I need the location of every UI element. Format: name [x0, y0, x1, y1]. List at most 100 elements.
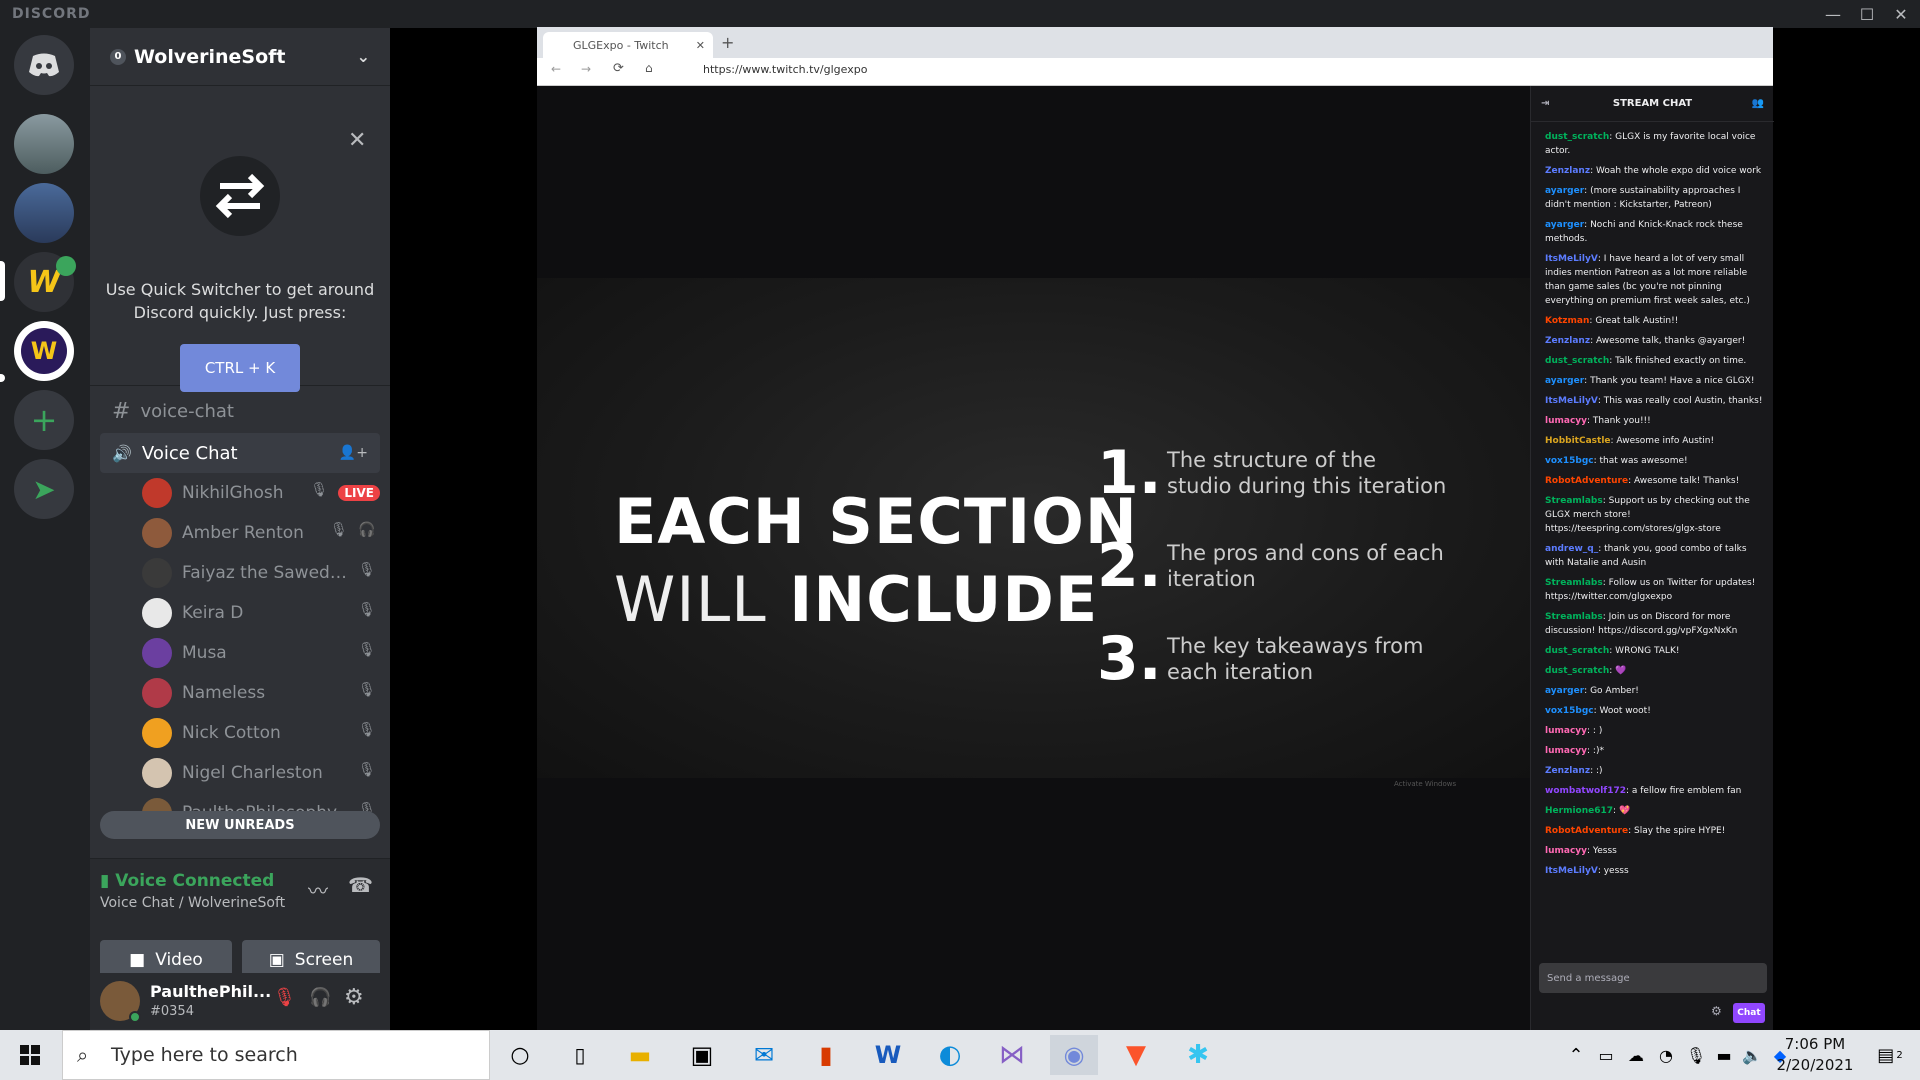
chat-username[interactable]: RobotAdventure [1545, 826, 1628, 836]
chat-username[interactable]: wombatwolf172 [1545, 786, 1626, 796]
voice-user[interactable]: Amber Renton 🎙 🎧 [142, 515, 380, 551]
windows-start-icon[interactable] [6, 1035, 54, 1075]
server-icon-2[interactable] [14, 183, 74, 243]
server-header[interactable]: 0 WolverineSoft ⌄ [90, 28, 390, 86]
chat-username[interactable]: Hermione617 [1545, 806, 1613, 816]
visual-studio-icon[interactable]: ⋈ [988, 1035, 1036, 1075]
chat-username[interactable]: ItsMeLilyV [1545, 396, 1598, 406]
voice-user[interactable]: NikhilGhosh 🎙 LIVE [142, 475, 380, 511]
chat-username[interactable]: Kotzman [1545, 316, 1589, 326]
voice-user[interactable]: Nameless 🎙 [142, 675, 380, 711]
chat-username[interactable]: Streamlabs [1545, 578, 1603, 588]
chat-username[interactable]: ayarger [1545, 376, 1584, 386]
avatar [142, 558, 172, 588]
voice-user[interactable]: Nick Cotton 🎙 [142, 715, 380, 751]
glgx-server-icon[interactable]: W [14, 321, 74, 381]
collapse-chat-icon[interactable]: ⇥ [1541, 98, 1549, 109]
address-bar[interactable]: ← → ⟳ ⌂ https://www.twitch.tv/glgexpo [537, 58, 1773, 86]
voice-location[interactable]: Voice Chat / WolverineSoft [100, 895, 285, 911]
chat-username[interactable]: lumacyy [1545, 416, 1587, 426]
taskbar-search-box[interactable]: ⌕ Type here to search [62, 1030, 490, 1080]
mail-icon[interactable]: ✉ [740, 1035, 788, 1075]
voice-user[interactable]: Keira D 🎙 [142, 595, 380, 631]
chat-username[interactable]: lumacyy [1545, 746, 1587, 756]
url-text[interactable]: https://www.twitch.tv/glgexpo [703, 63, 867, 76]
disconnect-call-icon[interactable]: ☎ [348, 873, 373, 897]
office-icon[interactable]: ▮ [802, 1035, 850, 1075]
slack-icon[interactable]: ✱ [1174, 1035, 1222, 1075]
new-tab-icon[interactable]: + [721, 33, 734, 52]
discord-taskbar-icon[interactable]: ◉ [1050, 1035, 1098, 1075]
word-icon[interactable]: W [864, 1035, 912, 1075]
voice-channel-voice-chat[interactable]: 🔊 Voice Chat 👤+ [100, 433, 380, 473]
mic-muted-icon[interactable]: 🎙 [273, 987, 296, 1008]
community-icon[interactable]: 👥 [1752, 98, 1764, 109]
explore-compass-icon[interactable]: ➤ [14, 459, 74, 519]
cortana-icon[interactable]: ○ [496, 1035, 544, 1075]
ctrl-k-button[interactable]: CTRL + K [180, 344, 300, 392]
noise-suppression-icon[interactable]: 〰 [308, 875, 328, 904]
file-explorer-icon[interactable]: ▬ [616, 1035, 664, 1075]
server-name: WolverineSoft [134, 45, 286, 68]
chat-username[interactable]: Zenzlanz [1545, 166, 1590, 176]
chat-username[interactable]: ItsMeLilyV [1545, 254, 1598, 264]
chat-input[interactable]: Send a message [1539, 963, 1767, 993]
maximize-icon[interactable]: ☐ [1852, 2, 1882, 26]
home-icon[interactable]: ⌂ [645, 61, 653, 75]
chat-text: This was really cool Austin, thanks! [1603, 396, 1763, 406]
home-discord-icon[interactable] [14, 35, 74, 95]
chat-username[interactable]: Zenzlanz [1545, 336, 1590, 346]
chat-username[interactable]: Streamlabs [1545, 496, 1603, 506]
chat-username[interactable]: HobbitCastle [1545, 436, 1611, 446]
server-icon-1[interactable] [14, 114, 74, 174]
chat-username[interactable]: dust_scratch [1545, 666, 1609, 676]
voice-connected-status[interactable]: ▮ Voice Connected [100, 871, 274, 891]
chat-send-button[interactable]: Chat [1733, 1003, 1765, 1023]
chat-username[interactable]: ayarger [1545, 186, 1584, 196]
notifications-icon[interactable]: ▤ 2 [1866, 1035, 1914, 1075]
new-unreads-button[interactable]: NEW UNREADS [100, 811, 380, 839]
chat-username[interactable]: ItsMeLilyV [1545, 866, 1598, 876]
browser-tab[interactable]: GLGExpo - Twitch ✕ [543, 32, 713, 58]
voice-user[interactable]: Nigel Charleston 🎙 [142, 755, 380, 791]
chevron-down-icon[interactable]: ⌄ [357, 47, 370, 66]
chat-username[interactable]: Zenzlanz [1545, 766, 1590, 776]
chat-text: Slay the spire HYPE! [1634, 826, 1726, 836]
back-icon[interactable]: ← [551, 62, 561, 76]
edge-icon[interactable]: ◐ [926, 1035, 974, 1075]
chat-username[interactable]: lumacyy [1545, 726, 1587, 736]
chat-username[interactable]: lumacyy [1545, 846, 1587, 856]
task-view-icon[interactable]: ▯ [556, 1035, 604, 1075]
chat-message: Hermione617: 💖 [1545, 804, 1767, 818]
chat-username[interactable]: dust_scratch [1545, 356, 1609, 366]
voice-status-label: Voice Connected [115, 871, 275, 891]
close-popup-icon[interactable]: ✕ [348, 128, 366, 153]
text-channel-voice-chat[interactable]: # voice-chat [100, 391, 380, 431]
settings-gear-icon[interactable]: ⚙ [344, 985, 364, 1010]
chat-username[interactable]: dust_scratch [1545, 132, 1609, 142]
invite-user-icon[interactable]: 👤+ [339, 445, 368, 461]
reload-icon[interactable]: ⟳ [613, 61, 624, 76]
forward-icon[interactable]: → [581, 62, 591, 76]
close-window-icon[interactable]: ✕ [1886, 2, 1916, 26]
slide-headline: EACH SECTION WILL INCLUDE [614, 483, 1138, 639]
chat-username[interactable]: Streamlabs [1545, 612, 1603, 622]
chat-username[interactable]: RobotAdventure [1545, 476, 1628, 486]
chat-username[interactable]: dust_scratch [1545, 646, 1609, 656]
close-tab-icon[interactable]: ✕ [696, 39, 705, 52]
chat-username[interactable]: ayarger [1545, 686, 1584, 696]
headphones-icon[interactable]: 🎧 [309, 987, 331, 1008]
live-badge: LIVE [338, 485, 380, 501]
taskbar-clock[interactable]: 7:06 PM 2/20/2021 [1770, 1034, 1860, 1076]
chat-username[interactable]: ayarger [1545, 220, 1584, 230]
chat-username[interactable]: vox15bgc [1545, 456, 1594, 466]
store-icon[interactable]: ▣ [678, 1035, 726, 1075]
minimize-icon[interactable]: — [1818, 2, 1848, 26]
add-server-icon[interactable]: + [14, 390, 74, 450]
chat-username[interactable]: vox15bgc [1545, 706, 1594, 716]
voice-user[interactable]: Musa 🎙 [142, 635, 380, 671]
chat-username[interactable]: andrew_q_ [1545, 544, 1598, 554]
chat-settings-icon[interactable]: ⚙ [1711, 1004, 1722, 1018]
brave-icon[interactable]: ▼ [1112, 1035, 1160, 1075]
voice-user[interactable]: Faiyaz the Sawed of... 🎙 [142, 555, 380, 591]
